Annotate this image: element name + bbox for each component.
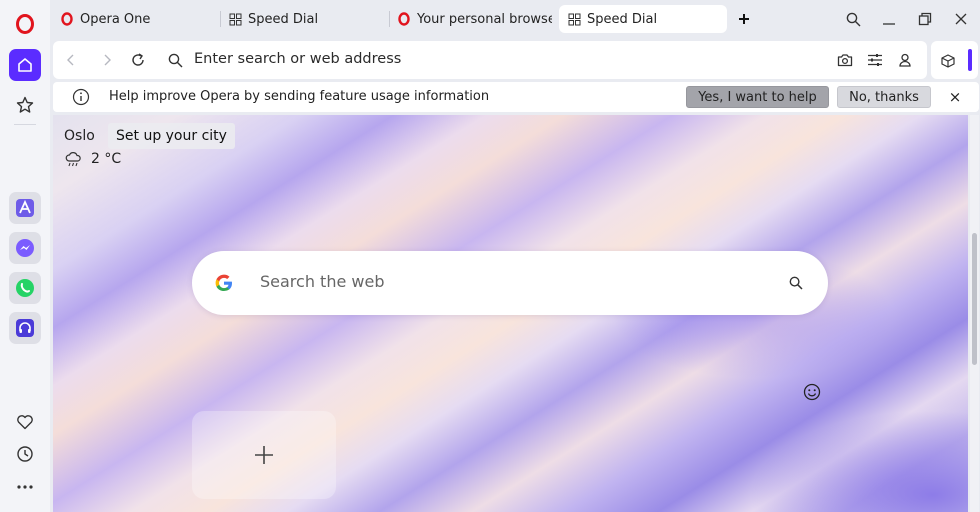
plus-icon — [255, 446, 273, 464]
back-button[interactable] — [61, 50, 81, 70]
weather-widget[interactable]: 2 °C — [65, 151, 121, 167]
close-icon — [955, 13, 967, 25]
tab-strip: Opera One Speed Dial Your personal brows… — [50, 0, 980, 38]
tab-opera-one[interactable]: Opera One — [52, 5, 212, 33]
weather-temperature: 2 °C — [91, 151, 122, 167]
speed-dial-icon — [228, 12, 242, 26]
extensions-area — [931, 41, 978, 79]
messenger-app-button[interactable] — [9, 232, 41, 264]
info-icon — [72, 88, 90, 106]
add-speed-dial-tile[interactable] — [192, 411, 336, 499]
bookmarks-button[interactable] — [9, 89, 41, 121]
profile-button[interactable] — [895, 50, 915, 70]
search-icon — [168, 53, 182, 67]
minimize-icon — [883, 23, 895, 25]
tab-your-personal-browser[interactable]: Your personal browser — [389, 5, 552, 33]
whatsapp-icon — [16, 279, 34, 297]
search-icon — [846, 12, 860, 26]
close-infobar-button[interactable]: × — [946, 87, 964, 107]
tab-title: Your personal browser — [417, 11, 552, 27]
google-logo — [215, 274, 232, 291]
accept-button[interactable]: Yes, I want to help — [686, 86, 829, 108]
feedback-button[interactable] — [801, 381, 823, 403]
reload-button[interactable] — [128, 50, 148, 70]
tab-title: Opera One — [80, 11, 151, 27]
scrollbar-thumb[interactable] — [972, 233, 977, 365]
messenger-icon — [16, 239, 34, 257]
feature-usage-infobar: Help improve Opera by sending feature us… — [53, 82, 979, 112]
scrollbar[interactable] — [970, 115, 979, 512]
home-icon — [18, 58, 32, 72]
restore-icon — [918, 12, 932, 26]
camera-icon — [837, 54, 853, 67]
speed-dial-page: Oslo Set up your city 2 °C Search the we… — [53, 115, 968, 512]
rain-cloud-icon — [65, 152, 81, 167]
music-player-button[interactable] — [9, 312, 41, 344]
minimize-button[interactable] — [879, 9, 899, 29]
home-button[interactable] — [9, 49, 41, 81]
history-button[interactable] — [9, 438, 41, 470]
infobar-message: Help improve Opera by sending feature us… — [109, 89, 490, 104]
aria-icon — [16, 199, 34, 217]
chevron-right-icon — [104, 54, 111, 66]
sliders-icon — [868, 54, 882, 66]
clock-icon — [17, 446, 33, 462]
city-setup-tooltip: Set up your city — [108, 123, 235, 149]
address-search-icon-wrap — [165, 50, 185, 70]
speed-dial-icon — [567, 12, 581, 26]
tab-speed-dial-active[interactable]: Speed Dial — [559, 5, 727, 33]
web-search-box[interactable]: Search the web — [192, 251, 828, 315]
whatsapp-app-button[interactable] — [9, 272, 41, 304]
web-search-submit[interactable] — [786, 273, 806, 293]
opera-icon — [397, 12, 411, 26]
tab-search-button[interactable] — [843, 9, 863, 29]
aria-app-button[interactable] — [9, 192, 41, 224]
opera-icon — [60, 12, 74, 26]
opera-logo-icon — [16, 14, 34, 34]
search-icon — [789, 276, 803, 290]
sidebar-toggle-indicator[interactable] — [968, 49, 972, 71]
cube-icon — [941, 54, 955, 68]
new-tab-button[interactable] — [734, 9, 754, 29]
headphones-icon — [16, 319, 34, 337]
forward-button[interactable] — [97, 50, 117, 70]
decline-button[interactable]: No, thanks — [837, 86, 931, 108]
tab-title: Speed Dial — [248, 11, 319, 27]
my-flow-button[interactable] — [9, 406, 41, 438]
weather-city[interactable]: Oslo — [64, 128, 95, 144]
web-search-input[interactable]: Search the web — [260, 272, 384, 291]
restore-button[interactable] — [915, 9, 935, 29]
smiley-icon — [803, 383, 821, 401]
tab-title: Speed Dial — [587, 11, 658, 27]
sidebar-divider — [14, 124, 36, 125]
heart-icon — [17, 415, 33, 430]
address-input[interactable]: Enter search or web address — [194, 51, 401, 67]
tab-speed-dial[interactable]: Speed Dial — [220, 5, 388, 33]
opera-menu-button[interactable] — [9, 8, 41, 40]
user-icon — [899, 53, 911, 67]
snapshot-button[interactable] — [835, 50, 855, 70]
address-bar: Enter search or web address — [53, 41, 927, 79]
extensions-button[interactable] — [938, 51, 958, 71]
ellipsis-icon — [17, 485, 33, 489]
reload-icon — [132, 53, 144, 66]
sidebar — [0, 0, 50, 512]
more-options-button[interactable] — [9, 471, 41, 503]
plus-icon — [739, 14, 749, 24]
easy-setup-button[interactable] — [865, 50, 885, 70]
star-icon — [16, 96, 34, 113]
close-window-button[interactable] — [951, 9, 971, 29]
chevron-left-icon — [67, 54, 74, 66]
